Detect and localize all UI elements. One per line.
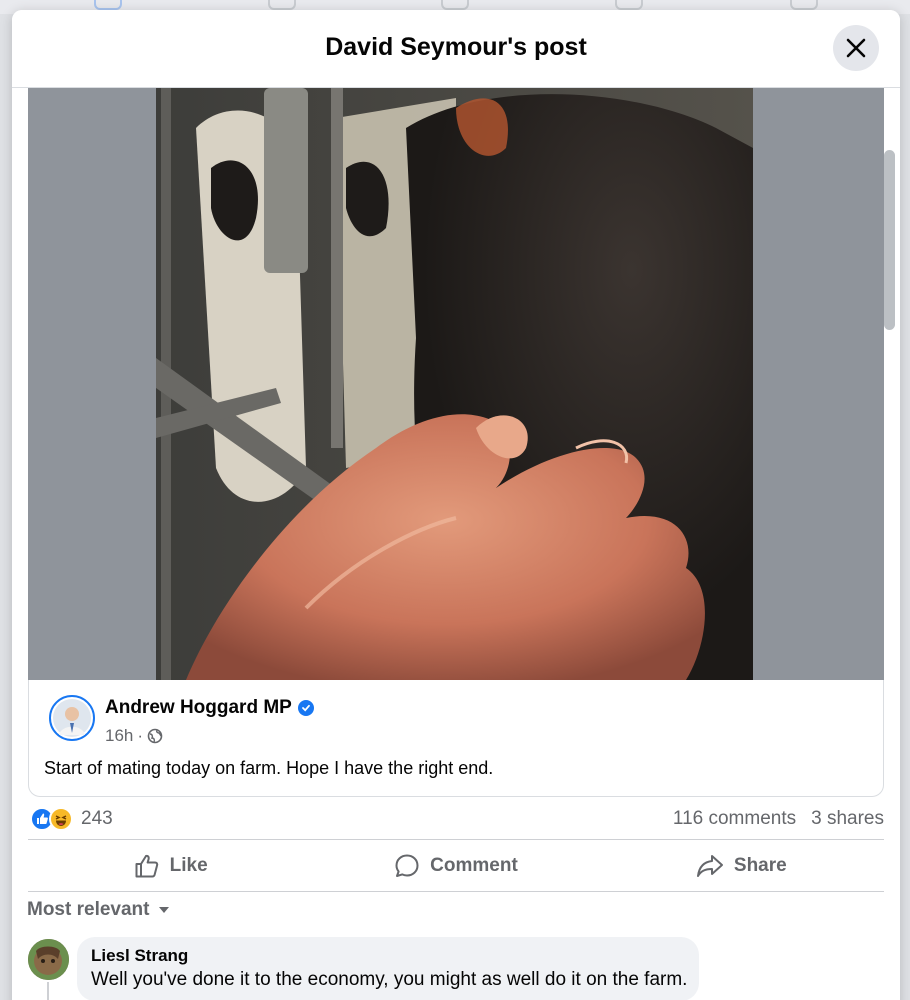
sort-label: Most relevant [27, 899, 150, 920]
like-label: Like [169, 854, 208, 876]
comment-button[interactable]: Comment [313, 840, 598, 891]
shared-post-card[interactable]: Andrew Hoggard MP 16h · Start of mating … [28, 680, 884, 797]
close-icon [846, 38, 866, 58]
post-meta: 16h · [105, 726, 163, 746]
author-name-text[interactable]: Andrew Hoggard MP [105, 697, 292, 719]
gaming-icon [790, 0, 818, 10]
haha-reaction-icon [49, 807, 73, 831]
caret-down-icon [159, 907, 170, 913]
farm-photo-illustration [156, 88, 753, 680]
comment-sort-dropdown[interactable]: Most relevant [27, 899, 171, 921]
action-bar: Like Comment Share [28, 839, 884, 892]
share-button[interactable]: Share [599, 840, 884, 891]
post-photo-area [28, 88, 884, 680]
comment-text: Well you've done it to the economy, you … [91, 969, 688, 990]
commenter-photo [28, 939, 69, 980]
thumbs-up-icon [135, 854, 158, 877]
close-button[interactable] [833, 25, 879, 71]
share-label: Share [733, 854, 787, 876]
comments-count[interactable]: 116 comments [673, 808, 796, 830]
thread-line [47, 982, 49, 1000]
like-button[interactable]: Like [28, 840, 313, 891]
reaction-count[interactable]: 243 [81, 808, 113, 830]
meta-separator: · [137, 726, 144, 745]
post-stats: 243 116 comments 3 shares [28, 803, 884, 839]
commenter-avatar[interactable] [28, 939, 69, 980]
comment-label: Comment [430, 854, 518, 876]
scrollbar-thumb[interactable] [884, 150, 895, 330]
globe-icon [147, 728, 163, 744]
post-photo[interactable] [156, 88, 753, 680]
modal-header: David Seymour's post [12, 10, 900, 88]
comment-bubble: Liesl Strang Well you've done it to the … [77, 937, 699, 1000]
post-time[interactable]: 16h [105, 726, 133, 746]
modal-title: David Seymour's post [325, 33, 587, 61]
share-icon [696, 854, 723, 877]
marketplace-icon [441, 0, 469, 10]
groups-icon [615, 0, 643, 10]
post-text: Start of mating today on farm. Hope I ha… [44, 758, 494, 778]
author-avatar[interactable] [49, 695, 95, 741]
author-name[interactable]: Andrew Hoggard MP [105, 697, 314, 719]
comment-author[interactable]: Liesl Strang [91, 946, 685, 966]
engagement-counts: 116 comments 3 shares [673, 808, 884, 830]
verified-badge-icon [297, 700, 314, 716]
author-photo [53, 699, 91, 737]
home-icon [94, 0, 122, 10]
post-modal: David Seymour's post Andrew Hoggard MP 1… [12, 10, 900, 1000]
comment-icon [395, 854, 419, 877]
reactions-summary[interactable]: 243 [30, 807, 113, 831]
shares-count[interactable]: 3 shares [811, 808, 884, 830]
video-icon [268, 0, 296, 10]
